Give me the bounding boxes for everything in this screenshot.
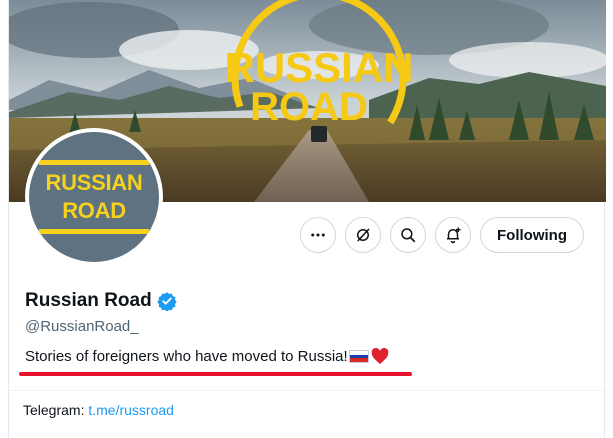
verified-badge[interactable]: [157, 291, 177, 311]
notifications-button[interactable]: [435, 217, 472, 253]
more-icon: [311, 233, 325, 237]
verified-check-icon: [157, 292, 177, 311]
search-button[interactable]: [390, 217, 427, 253]
divider: [9, 390, 606, 391]
avatar-top-bar: [39, 160, 149, 165]
grok-icon: [357, 228, 370, 242]
following-button[interactable]: Following: [480, 217, 584, 253]
red-heart-icon: [371, 348, 388, 364]
avatar-image: RUSSIAN ROAD: [29, 132, 159, 262]
banner-logo-line1: RUSSIAN: [224, 44, 413, 91]
banner-logo-line2: ROAD: [250, 85, 368, 129]
bell-plus-icon: [447, 227, 461, 244]
avatar-line1: RUSSIAN: [45, 170, 143, 195]
grok-button[interactable]: [345, 217, 382, 253]
telegram-line: Telegram: t.me/russroad: [23, 402, 174, 418]
avatar-line2: ROAD: [62, 198, 126, 223]
name-row: Russian Road: [25, 290, 177, 312]
russian-flag-icon: [348, 350, 369, 363]
avatar[interactable]: RUSSIAN ROAD: [25, 128, 163, 266]
profile-card: RUSSIAN ROAD RUSSIAN ROAD Following Russ…: [8, 0, 606, 438]
bio-text: Stories of foreigners who have moved to …: [25, 348, 348, 365]
telegram-link[interactable]: t.me/russroad: [88, 402, 174, 418]
annotation-underline: [19, 372, 412, 376]
telegram-label: Telegram:: [23, 402, 85, 418]
user-handle: @RussianRoad_: [25, 318, 139, 335]
search-icon: [401, 228, 416, 243]
display-name: Russian Road: [25, 290, 152, 311]
avatar-bottom-bar: [39, 229, 149, 234]
bio: Stories of foreigners who have moved to …: [25, 348, 389, 365]
profile-actions: Following: [300, 217, 584, 253]
more-button[interactable]: [300, 217, 337, 253]
